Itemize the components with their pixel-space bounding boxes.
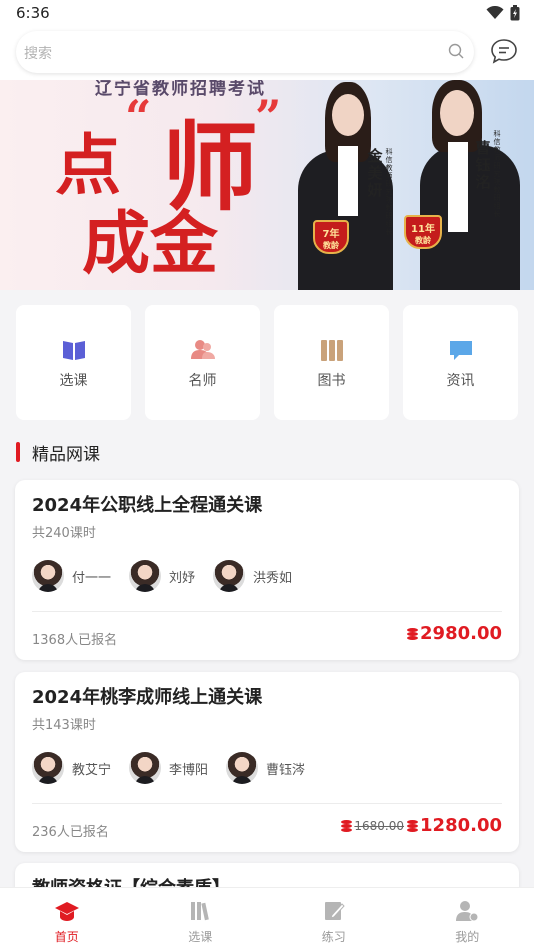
nav-tile-label: 资讯 bbox=[446, 373, 475, 389]
tab-label: 我的 bbox=[455, 930, 480, 944]
enrolled-count: 1368人已报名 bbox=[32, 633, 118, 648]
banner-teacher-1-name: 金美妍 bbox=[367, 147, 383, 199]
coin-icon bbox=[407, 819, 419, 832]
course-card[interactable]: 2024年桃李成师线上通关课 共143课时 教艾宁 李博阳 曹钰涔 236人已报… bbox=[15, 672, 519, 852]
nav-tile-news[interactable]: 资讯 bbox=[403, 305, 518, 420]
banner-headline-3: 成金 bbox=[82, 204, 219, 284]
tab-home[interactable]: 首页 bbox=[0, 888, 134, 950]
teacher-item: 洪秀如 bbox=[213, 560, 292, 592]
user-icon bbox=[456, 901, 479, 922]
banner-teacher-1-title: 科信教师研究院教研组长 bbox=[385, 148, 393, 236]
enrolled-count: 236人已报名 bbox=[32, 825, 109, 840]
bottom-nav: 首页 选课 练习 我的 bbox=[0, 887, 534, 950]
battery-charging-icon bbox=[510, 5, 520, 21]
tab-practice[interactable]: 练习 bbox=[267, 888, 401, 950]
original-price: 1680.00 bbox=[354, 818, 405, 833]
teacher-item: 教艾宁 bbox=[32, 752, 111, 784]
nav-tile-courses[interactable]: 选课 bbox=[16, 305, 131, 420]
section-title-text: 精品网课 bbox=[32, 444, 100, 465]
avatar bbox=[129, 752, 162, 784]
teacher-item: 李博阳 bbox=[129, 752, 208, 784]
search-row: 搜索 bbox=[0, 28, 534, 80]
banner-teacher-2-name: 曹钰洺 bbox=[475, 139, 491, 191]
banner-quote-right: ” bbox=[255, 90, 282, 144]
coin-icon bbox=[407, 627, 419, 640]
nav-tile-label: 名师 bbox=[188, 373, 217, 389]
teacher-item: 曹钰涔 bbox=[226, 752, 305, 784]
tab-label: 选课 bbox=[188, 930, 213, 944]
coin-icon bbox=[341, 819, 353, 832]
avatar bbox=[226, 752, 259, 784]
badge-years: 7年 bbox=[322, 229, 340, 240]
banner-teacher-2-badge: 11年 教龄 bbox=[404, 215, 442, 249]
price-area: 2980.00 bbox=[407, 623, 502, 644]
chat-bubble-icon bbox=[450, 341, 472, 360]
teacher-name: 洪秀如 bbox=[253, 570, 293, 586]
search-icon[interactable] bbox=[448, 43, 464, 59]
tab-label: 练习 bbox=[321, 930, 346, 944]
course-card[interactable]: 2024年公职线上全程通关课 共240课时 付一一 刘妤 洪秀如 1368人已报… bbox=[15, 480, 519, 660]
nav-tile-label: 图书 bbox=[317, 373, 346, 389]
price-area: 1680.00 1280.00 bbox=[341, 815, 502, 836]
teacher-name: 教艾宁 bbox=[72, 762, 112, 778]
course-price: 1280.00 bbox=[420, 815, 502, 836]
section-title: 精品网课 bbox=[16, 440, 100, 465]
course-title: 2024年公职线上全程通关课 bbox=[32, 495, 263, 516]
course-hours: 共240课时 bbox=[32, 526, 96, 541]
graduation-cap-icon bbox=[54, 902, 79, 921]
nav-tile-books[interactable]: 图书 bbox=[274, 305, 389, 420]
tab-courses[interactable]: 选课 bbox=[134, 888, 268, 950]
card-divider bbox=[32, 803, 502, 804]
teacher-name: 付一一 bbox=[72, 570, 112, 586]
card-divider bbox=[32, 611, 502, 612]
search-input[interactable]: 搜索 bbox=[16, 31, 474, 73]
banner-teacher-1-badge: 7年 教龄 bbox=[313, 220, 349, 254]
wifi-icon bbox=[486, 6, 504, 19]
course-teachers: 教艾宁 李博阳 曹钰涔 bbox=[32, 752, 323, 784]
status-bar: 6:36 bbox=[0, 0, 534, 28]
section-accent-bar bbox=[16, 442, 20, 462]
message-icon[interactable] bbox=[490, 38, 518, 64]
status-time: 6:36 bbox=[16, 4, 50, 22]
avatar bbox=[32, 752, 64, 784]
teacher-name: 刘妤 bbox=[169, 570, 196, 586]
avatar bbox=[129, 560, 162, 592]
course-teachers: 付一一 刘妤 洪秀如 bbox=[32, 560, 310, 592]
books-icon bbox=[191, 902, 210, 921]
banner-quote-left: “ bbox=[125, 90, 152, 144]
course-price: 2980.00 bbox=[420, 623, 502, 644]
course-title: 2024年桃李成师线上通关课 bbox=[32, 687, 263, 708]
avatar bbox=[32, 560, 64, 592]
badge-years: 11年 bbox=[411, 224, 435, 235]
teacher-name: 曹钰涔 bbox=[266, 762, 306, 778]
course-hours: 共143课时 bbox=[32, 718, 96, 733]
badge-label: 教龄 bbox=[415, 236, 431, 245]
teachers-icon bbox=[191, 340, 215, 359]
nav-tile-teachers[interactable]: 名师 bbox=[145, 305, 260, 420]
quick-nav: 选课 名师 图书 资讯 bbox=[16, 305, 518, 421]
search-placeholder: 搜索 bbox=[24, 46, 52, 62]
banner-teacher-2-title: 科信教师研究院教研组长 bbox=[493, 130, 501, 218]
tab-label: 首页 bbox=[54, 930, 79, 944]
avatar bbox=[213, 560, 246, 592]
teacher-item: 付一一 bbox=[32, 560, 111, 592]
tab-mine[interactable]: 我的 bbox=[401, 888, 534, 950]
edit-icon bbox=[324, 902, 345, 920]
books-icon bbox=[321, 340, 343, 361]
status-icons bbox=[486, 5, 520, 21]
book-open-icon bbox=[63, 341, 85, 360]
nav-tile-label: 选课 bbox=[59, 373, 88, 389]
teacher-name: 李博阳 bbox=[169, 762, 209, 778]
promo-banner[interactable]: 辽宁省教师招聘考试 “ ” 点 师 成金 金美妍 科信教师研究院教研组长 7年 … bbox=[0, 80, 534, 290]
badge-label: 教龄 bbox=[323, 241, 339, 250]
teacher-item: 刘妤 bbox=[129, 560, 195, 592]
